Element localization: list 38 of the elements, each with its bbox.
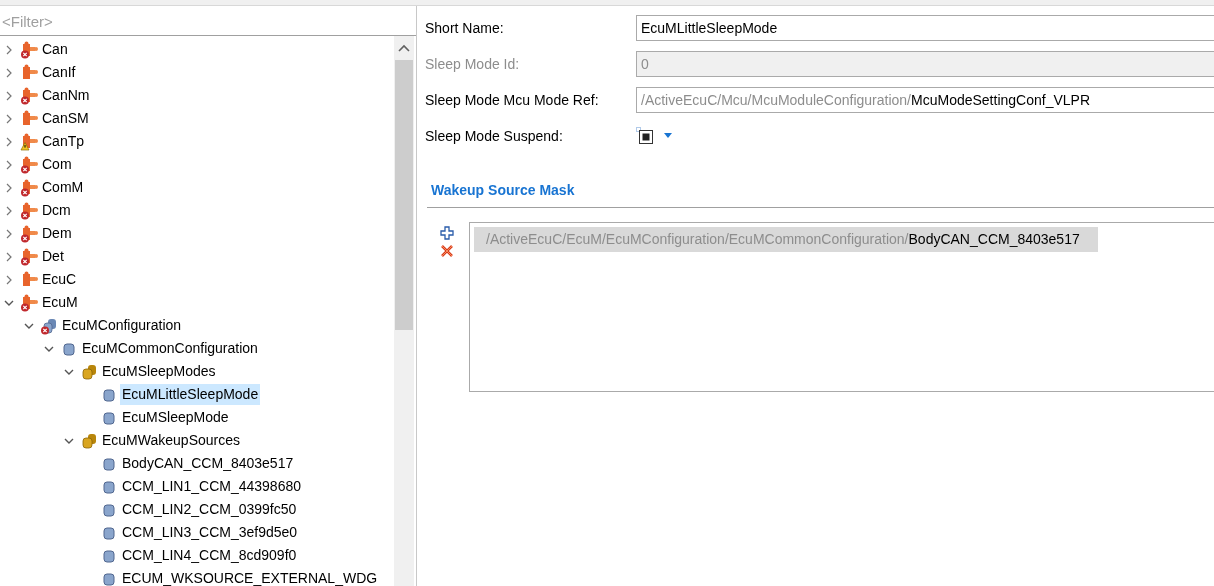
- tree-item[interactable]: Det: [40, 246, 66, 267]
- tree-item[interactable]: Can: [40, 39, 70, 60]
- tree-item[interactable]: EcuC: [40, 269, 79, 290]
- tree-item[interactable]: CCM_LIN4_CCM_8cd909f0: [120, 545, 299, 566]
- tree-item[interactable]: CanNm: [40, 85, 92, 106]
- tree-item[interactable]: CCM_LIN1_CCM_44398680: [120, 476, 303, 497]
- tree-item[interactable]: Com: [40, 154, 74, 175]
- tree-item[interactable]: Dem: [40, 223, 74, 244]
- field-label: Sleep Mode Mcu Mode Ref:: [425, 90, 600, 110]
- tree-item[interactable]: CanTp: [40, 131, 87, 152]
- add-icon[interactable]: [440, 226, 454, 240]
- tree-item[interactable]: CanIf: [40, 62, 78, 83]
- tree-item[interactable]: ComM: [40, 177, 86, 198]
- reference-field[interactable]: /ActiveEcuC/Mcu/McuModuleConfiguration/McuModeSettingConf_VLPR: [636, 87, 1214, 113]
- tree-item[interactable]: BodyCAN_CCM_8403e517: [120, 453, 296, 474]
- tree-item[interactable]: CCM_LIN3_CCM_3ef9d5e0: [120, 522, 300, 543]
- tree-item[interactable]: EcuMSleepMode: [120, 407, 231, 428]
- tree-item[interactable]: EcuMWakeupSources: [100, 430, 242, 451]
- tree-item[interactable]: EcuMLittleSleepMode: [120, 384, 261, 405]
- scrollbar-thumb[interactable]: [395, 60, 413, 330]
- tree-item[interactable]: Dcm: [40, 200, 73, 221]
- tree-item[interactable]: EcuMConfiguration: [60, 315, 184, 336]
- tree-item[interactable]: CanSM: [40, 108, 91, 129]
- section-title: Wakeup Source Mask: [431, 181, 576, 200]
- input-field: 0: [636, 51, 1214, 77]
- checkbox[interactable]: [636, 127, 654, 145]
- tree-item[interactable]: EcuMSleepModes: [100, 361, 218, 382]
- input-field[interactable]: EcuMLittleSleepMode: [636, 15, 1214, 41]
- tree-item[interactable]: ECUM_WKSOURCE_EXTERNAL_WDG: [120, 568, 380, 586]
- field-label: Short Name:: [425, 18, 505, 38]
- field-label: Sleep Mode Id:: [425, 54, 521, 74]
- dropdown-caret-icon[interactable]: [663, 133, 673, 139]
- tree-item[interactable]: EcuM: [40, 292, 80, 313]
- delete-icon[interactable]: [440, 244, 454, 258]
- field-label: Sleep Mode Suspend:: [425, 126, 564, 146]
- list-item[interactable]: /ActiveEcuC/EcuM/EcuMConfiguration/EcuMCommonConfiguration/BodyCAN_CCM_8403e517: [474, 227, 1098, 252]
- tree-item[interactable]: CCM_LIN2_CCM_0399fc50: [120, 499, 299, 520]
- tree-item[interactable]: EcuMCommonConfiguration: [80, 338, 260, 359]
